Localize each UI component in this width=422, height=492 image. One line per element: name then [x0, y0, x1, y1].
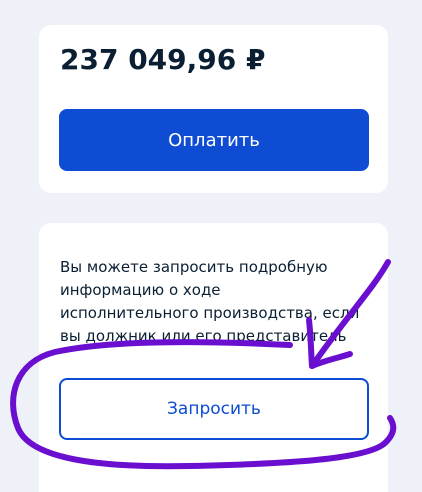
payment-amount: 237 049,96 ₽ [60, 43, 266, 76]
request-button[interactable]: Запросить [59, 378, 369, 440]
pay-button[interactable]: Оплатить [59, 109, 369, 171]
request-info-card: Вы можете запросить подробную информацию… [39, 223, 388, 492]
request-info-text: Вы можете запросить подробную информацию… [60, 258, 360, 345]
payment-card: 237 049,96 ₽ Оплатить [39, 25, 388, 193]
